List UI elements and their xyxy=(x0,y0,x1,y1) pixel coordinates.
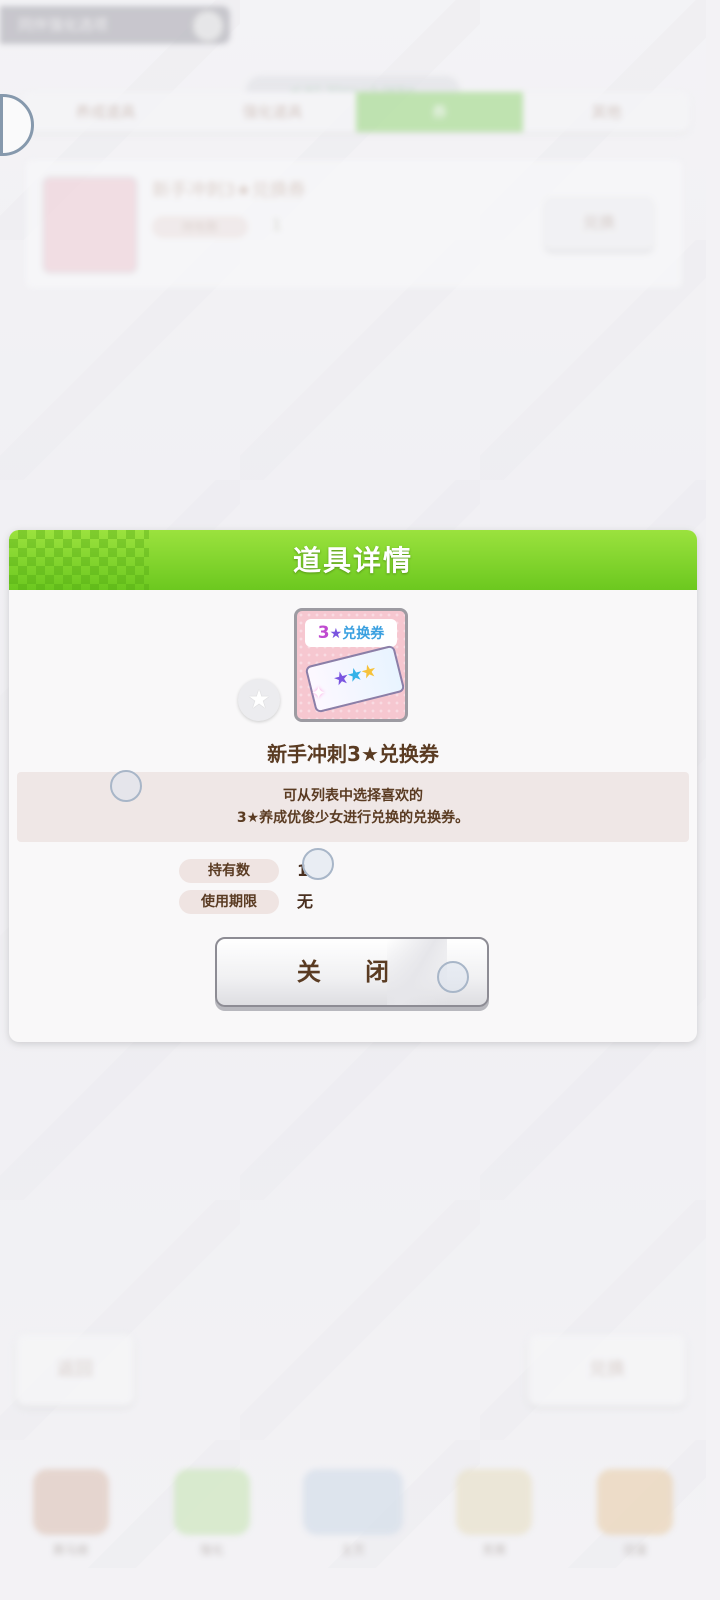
ticket-label-star: ★ xyxy=(329,626,343,642)
favorite-star-icon[interactable]: ★ xyxy=(238,679,280,721)
dialog-title: 道具详情 xyxy=(292,544,413,577)
touch-indicator xyxy=(302,848,334,880)
sparkle-icon: ✦ xyxy=(311,683,327,704)
description-line: 3★养成优俊少女进行兑换的兑换券。 xyxy=(236,810,470,826)
item-title: 新手冲刺3★兑换券 xyxy=(267,742,439,766)
ticket-label-number: 3 xyxy=(317,623,330,643)
ticket-label: 3★兑换券 xyxy=(305,619,397,647)
dialog-header: 道具详情 xyxy=(9,530,697,590)
ticket-icon: 3★兑换券 ★★★ ✦ xyxy=(294,608,408,722)
use-limit-label: 使用期限 xyxy=(179,890,279,914)
touch-indicator xyxy=(437,961,469,993)
touch-indicator xyxy=(110,770,142,802)
use-limit-row: 使用期限 无 xyxy=(179,890,479,916)
ticket-label-text: 兑换券 xyxy=(342,626,385,642)
use-limit-value: 无 xyxy=(297,892,314,911)
held-count-label: 持有数 xyxy=(179,859,279,883)
